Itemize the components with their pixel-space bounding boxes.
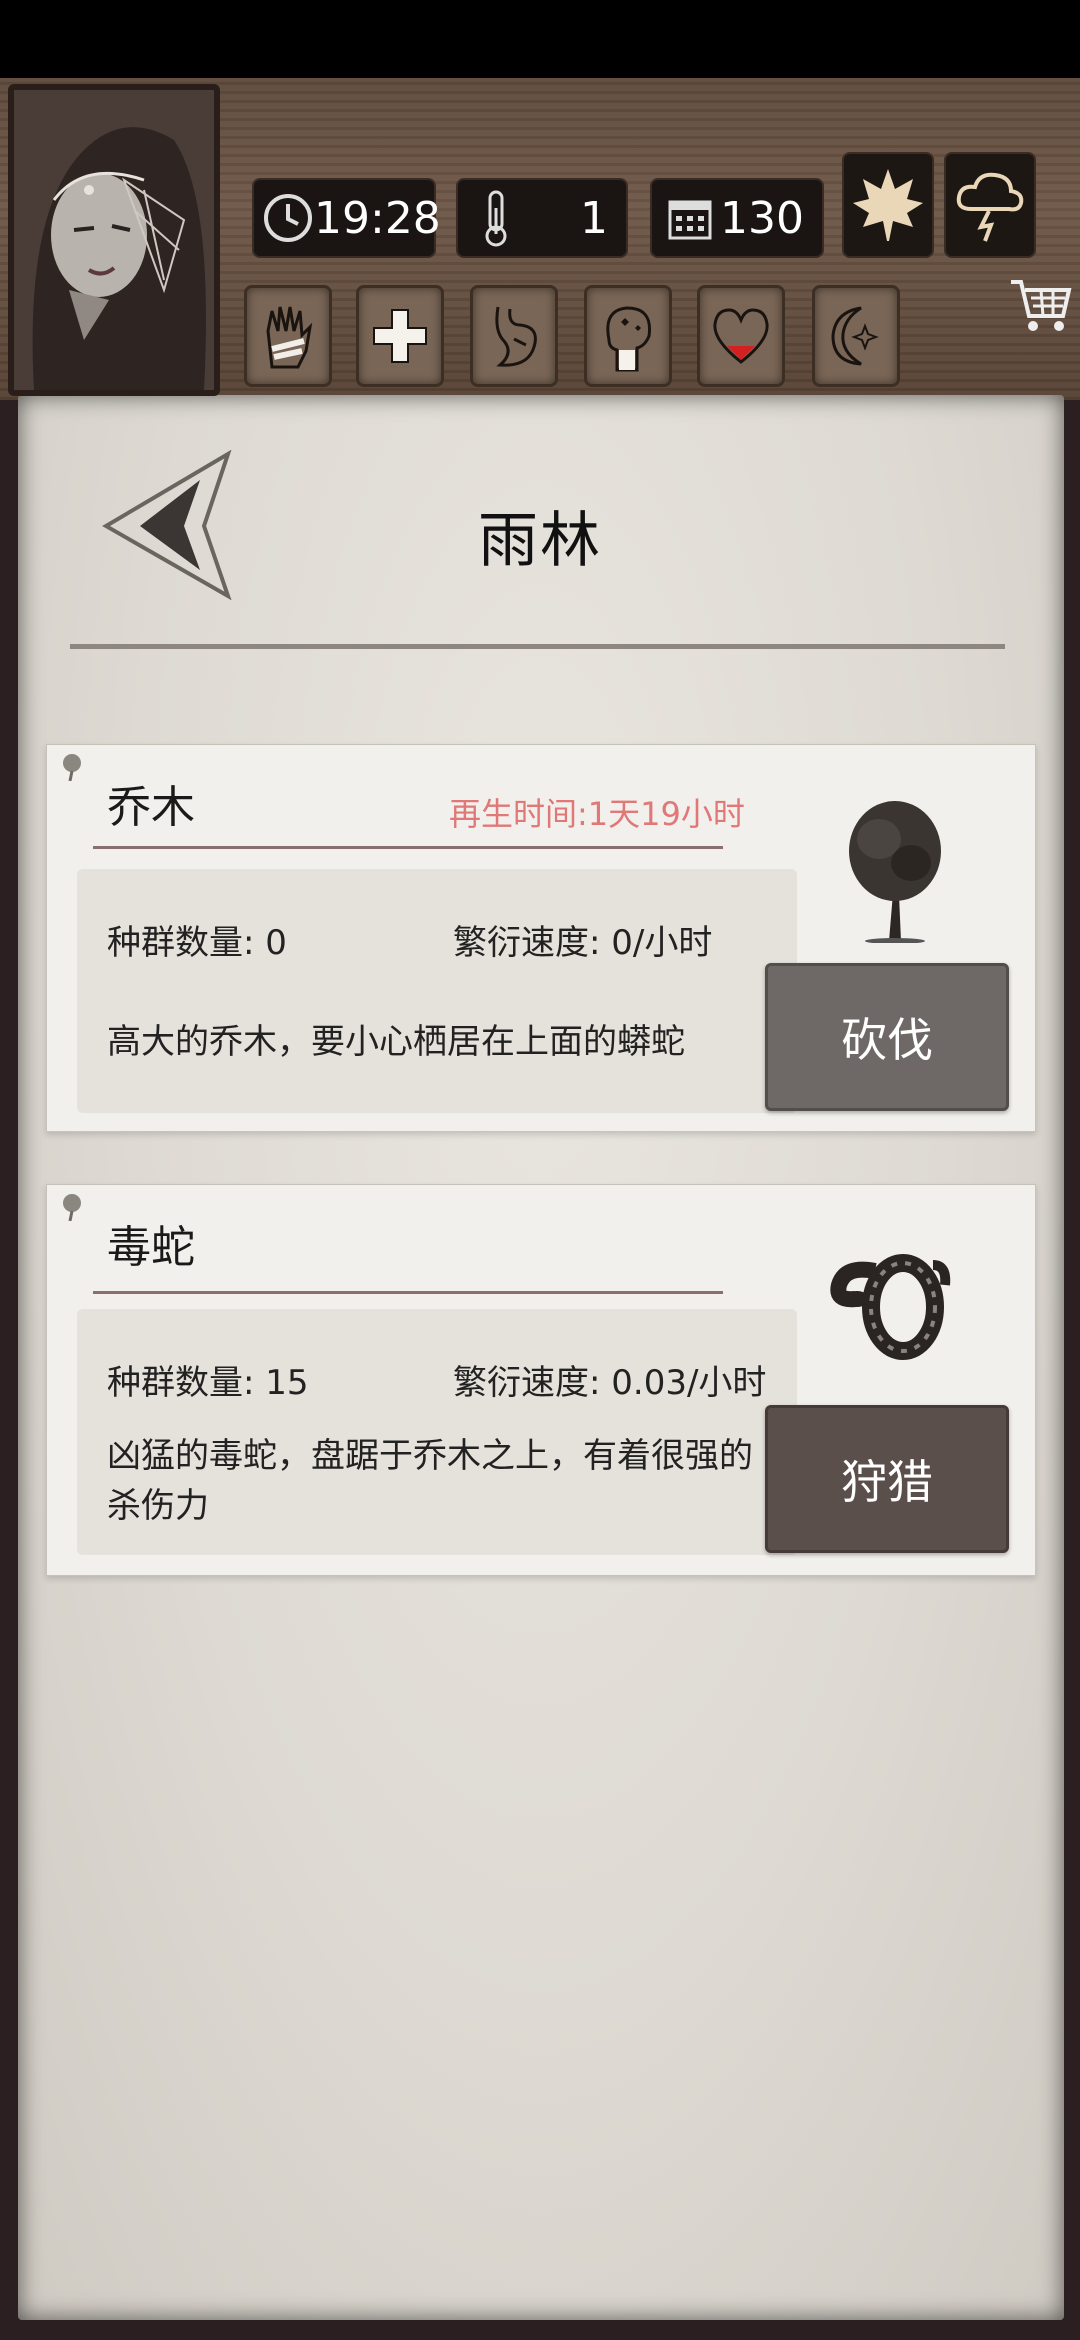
- resource-info-box: [77, 869, 797, 1113]
- ability-hunger[interactable]: [470, 285, 558, 387]
- day-counter: 130: [650, 178, 824, 258]
- day-value: 130: [720, 192, 804, 244]
- calendar-icon: [660, 188, 720, 248]
- ability-hand[interactable]: [244, 285, 332, 387]
- chop-button[interactable]: 砍伐: [765, 963, 1009, 1111]
- hooded-woman-portrait: [14, 90, 214, 390]
- character-portrait[interactable]: [8, 84, 220, 396]
- thermometer-icon: [466, 188, 526, 248]
- resource-name: 毒蛇: [107, 1222, 195, 1273]
- storm-cloud-icon: [956, 172, 1024, 242]
- maple-leaf-icon: [853, 169, 923, 241]
- resource-card-tree: 乔木 再生时间:1天19小时 种群数量: 0 繁衍速度: 0/小时 高大的乔木，…: [46, 744, 1036, 1132]
- resource-card-snake: 毒蛇 种群数量: 15 繁衍速度: 0.03/小时 凶猛的毒蛇，盘踞于乔木之上，…: [46, 1184, 1036, 1576]
- tree-icon: [849, 801, 941, 943]
- title-divider: [70, 644, 1005, 649]
- temperature-value: 1: [580, 192, 608, 244]
- health-cross-icon: [373, 309, 427, 363]
- name-divider: [93, 1291, 723, 1294]
- mind-icon: [606, 306, 652, 372]
- hand-icon: [266, 306, 313, 369]
- ability-mind[interactable]: [584, 285, 672, 387]
- system-status-bar: [0, 0, 1080, 78]
- heart-icon: [713, 308, 769, 364]
- resource-description: 凶猛的毒蛇，盘踞于乔木之上，有着很强的杀伤力: [107, 1436, 753, 1526]
- growth-rate: 繁衍速度: 0.03/小时: [453, 1363, 767, 1403]
- stomach-icon: [495, 306, 537, 367]
- time-display: 19:28: [252, 178, 441, 258]
- moon-icon: [831, 306, 879, 366]
- resource-name: 乔木: [107, 782, 195, 833]
- pin-icon: [63, 754, 81, 781]
- regen-time: 再生时间:1天19小时: [449, 795, 745, 833]
- weather-button[interactable]: [944, 152, 1036, 258]
- ability-heart[interactable]: [697, 285, 785, 387]
- growth-rate: 繁衍速度: 0/小时: [453, 923, 713, 963]
- temperature-display: 1: [456, 178, 628, 258]
- page-title: 雨林: [478, 506, 602, 576]
- clock-icon: [262, 188, 314, 248]
- ability-moon[interactable]: [812, 285, 900, 387]
- shop-button[interactable]: [1005, 270, 1077, 342]
- pin-icon: [63, 1194, 81, 1221]
- season-button[interactable]: [842, 152, 934, 258]
- population-count: 种群数量: 0: [107, 923, 287, 963]
- ability-health[interactable]: [356, 285, 444, 387]
- hunt-button[interactable]: 狩猎: [765, 1405, 1009, 1553]
- snake-icon: [830, 1254, 951, 1360]
- resource-description: 高大的乔木，要小心栖居在上面的蟒蛇: [107, 1022, 685, 1062]
- time-value: 19:28: [314, 192, 441, 244]
- name-divider: [93, 846, 723, 849]
- population-count: 种群数量: 15: [107, 1363, 309, 1403]
- shopping-cart-icon: [1011, 280, 1072, 331]
